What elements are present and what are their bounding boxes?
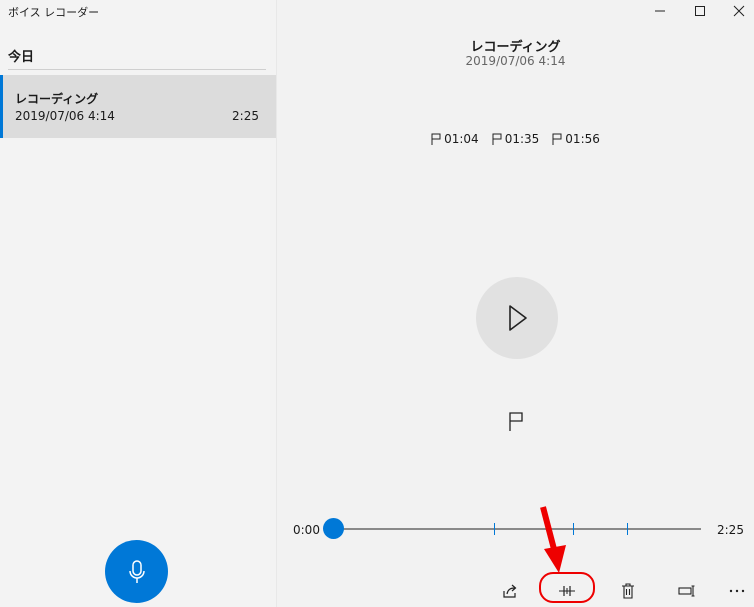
flag-icon	[431, 133, 441, 145]
share-button[interactable]	[499, 580, 521, 602]
rename-icon	[678, 585, 695, 597]
maximize-button[interactable]	[685, 2, 715, 20]
share-icon	[503, 584, 517, 598]
minimize-button[interactable]	[645, 2, 675, 20]
recording-date: 2019/07/06 4:14	[15, 109, 115, 123]
player-date: 2019/07/06 4:14	[465, 54, 566, 68]
app-title: ボイス レコーダー	[8, 6, 100, 19]
marker-item[interactable]: 01:04	[431, 132, 479, 146]
marker-time: 01:35	[504, 132, 540, 146]
seek-thumb[interactable]	[323, 518, 344, 539]
more-button[interactable]	[726, 580, 748, 602]
player-pane: レコーディング 2019/07/06 4:14 01:04 01:35 01:5…	[277, 0, 754, 607]
delete-button[interactable]	[617, 580, 639, 602]
rename-button[interactable]	[676, 580, 698, 602]
flag-icon	[552, 133, 562, 145]
add-marker-button[interactable]	[506, 410, 526, 432]
marker-list: 01:04 01:35 01:56	[277, 132, 754, 146]
recording-duration: 2:25	[232, 109, 259, 123]
microphone-icon	[128, 559, 145, 583]
recording-name: レコーディング	[15, 92, 99, 106]
trim-icon	[559, 586, 575, 596]
flag-icon	[492, 133, 502, 145]
maximize-icon	[695, 6, 705, 16]
more-icon	[729, 589, 745, 593]
seek-bar[interactable]	[323, 518, 701, 539]
close-icon	[733, 5, 745, 17]
marker-item[interactable]: 01:56	[552, 132, 600, 146]
player-title: レコーディング	[470, 40, 561, 55]
marker-tick	[627, 523, 628, 535]
marker-time: 01:04	[444, 132, 479, 146]
play-button[interactable]	[476, 277, 558, 359]
recordings-sidebar: ボイス レコーダー 今日 レコーディング 2019/07/06 4:14 2:2…	[0, 0, 277, 607]
total-time: 2:25	[717, 523, 744, 537]
current-time: 0:00	[293, 523, 320, 537]
section-header-today: 今日	[8, 50, 35, 65]
record-button[interactable]	[105, 540, 168, 603]
delete-icon	[622, 583, 634, 599]
section-divider	[8, 69, 266, 70]
marker-item[interactable]: 01:35	[492, 132, 540, 146]
marker-tick	[494, 523, 495, 535]
recording-list-item[interactable]: レコーディング 2019/07/06 4:14 2:25	[0, 75, 276, 138]
minimize-icon	[655, 10, 665, 12]
close-button[interactable]	[724, 2, 754, 20]
flag-icon	[509, 412, 523, 431]
marker-time: 01:56	[565, 132, 600, 146]
play-icon	[509, 305, 527, 331]
annotation-arrow	[540, 506, 566, 573]
trim-button[interactable]	[556, 580, 578, 602]
